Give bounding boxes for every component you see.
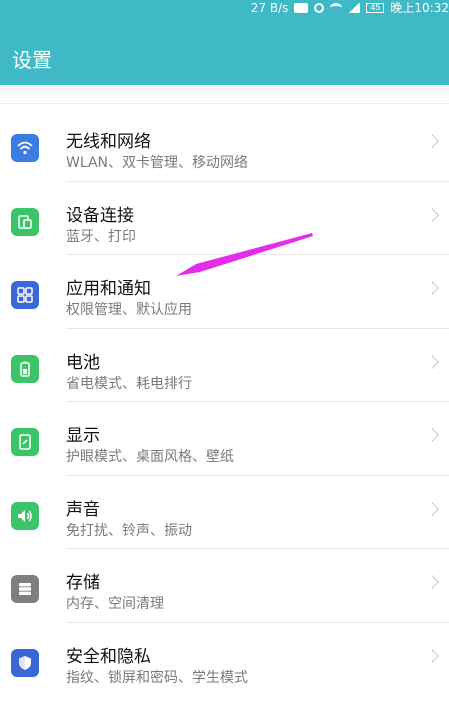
settings-item-subtitle: 内存、空间清理 [66,596,164,612]
settings-item-security-privacy[interactable]: 安全和隐私 指纹、锁屏和密码、学生模式 [0,623,449,697]
shield-icon [11,648,39,677]
settings-item-title: 存储 [66,573,100,593]
status-bar: 27 B/s 45 晚上10:32 [251,0,449,16]
settings-item-subtitle: 权限管理、默认应用 [66,302,192,318]
chevron-right-icon [424,501,440,516]
settings-item-title: 显示 [66,426,100,446]
battery-status-icon: 45 [366,3,385,13]
settings-item-subtitle: 蓝牙、打印 [66,228,136,245]
apps-grid-icon [11,281,39,309]
chevron-right-icon [424,427,440,443]
chevron-right-icon [424,354,440,369]
settings-item-subtitle: 省电模式、耗电排行 [66,375,192,392]
chevron-right-icon [424,574,440,590]
settings-item-title: 声音 [66,499,100,520]
chevron-right-icon [424,280,440,296]
settings-item-title: 安全和隐私 [66,646,151,667]
chevron-right-icon [424,648,440,663]
settings-item-subtitle: WLAN、双卡管理、移动网络 [66,155,249,171]
device-connect-icon [11,207,39,236]
battery-icon [11,354,39,383]
settings-item-wireless-network[interactable]: 无线和网络 WLAN、双卡管理、移动网络 [0,108,449,182]
header-shadow [0,85,449,104]
clock: 晚上10:32 [390,1,449,15]
wifi-icon [11,134,39,162]
settings-item-title: 电池 [66,352,100,373]
storage-icon [11,575,39,603]
settings-item-title: 无线和网络 [66,132,151,152]
settings-item-apps-notifications[interactable]: 应用和通知 权限管理、默认应用 [0,255,449,329]
network-speed: 27 B/s [250,1,289,15]
wifi-status-icon [330,3,343,13]
settings-item-title: 设备连接 [66,205,134,226]
settings-item-storage[interactable]: 存储 内存、空间清理 [0,549,449,623]
settings-item-device-connection[interactable]: 设备连接 蓝牙、打印 [0,182,449,255]
hd-icon [294,3,309,13]
volume-icon [11,501,39,530]
alarm-icon [314,3,325,13]
page-title: 设置 [12,48,52,72]
settings-item-sound[interactable]: 声音 免打扰、铃声、振动 [0,476,449,549]
settings-item-subtitle: 指纹、锁屏和密码、学生模式 [66,669,248,686]
settings-item-display[interactable]: 显示 护眼模式、桌面风格、壁纸 [0,402,449,476]
signal-icon [348,3,361,13]
settings-item-subtitle: 免打扰、铃声、振动 [66,522,192,539]
settings-list: 无线和网络 WLAN、双卡管理、移动网络 设备连接 蓝牙、打印 应用和通知 权限… [0,108,449,696]
chevron-right-icon [424,133,440,149]
settings-item-title: 应用和通知 [66,279,151,299]
settings-item-battery[interactable]: 电池 省电模式、耗电排行 [0,329,449,402]
settings-item-subtitle: 护眼模式、桌面风格、壁纸 [66,449,234,465]
app-header: 27 B/s 45 晚上10:32 设置 [0,0,449,85]
display-icon [11,428,39,456]
chevron-right-icon [424,207,440,222]
